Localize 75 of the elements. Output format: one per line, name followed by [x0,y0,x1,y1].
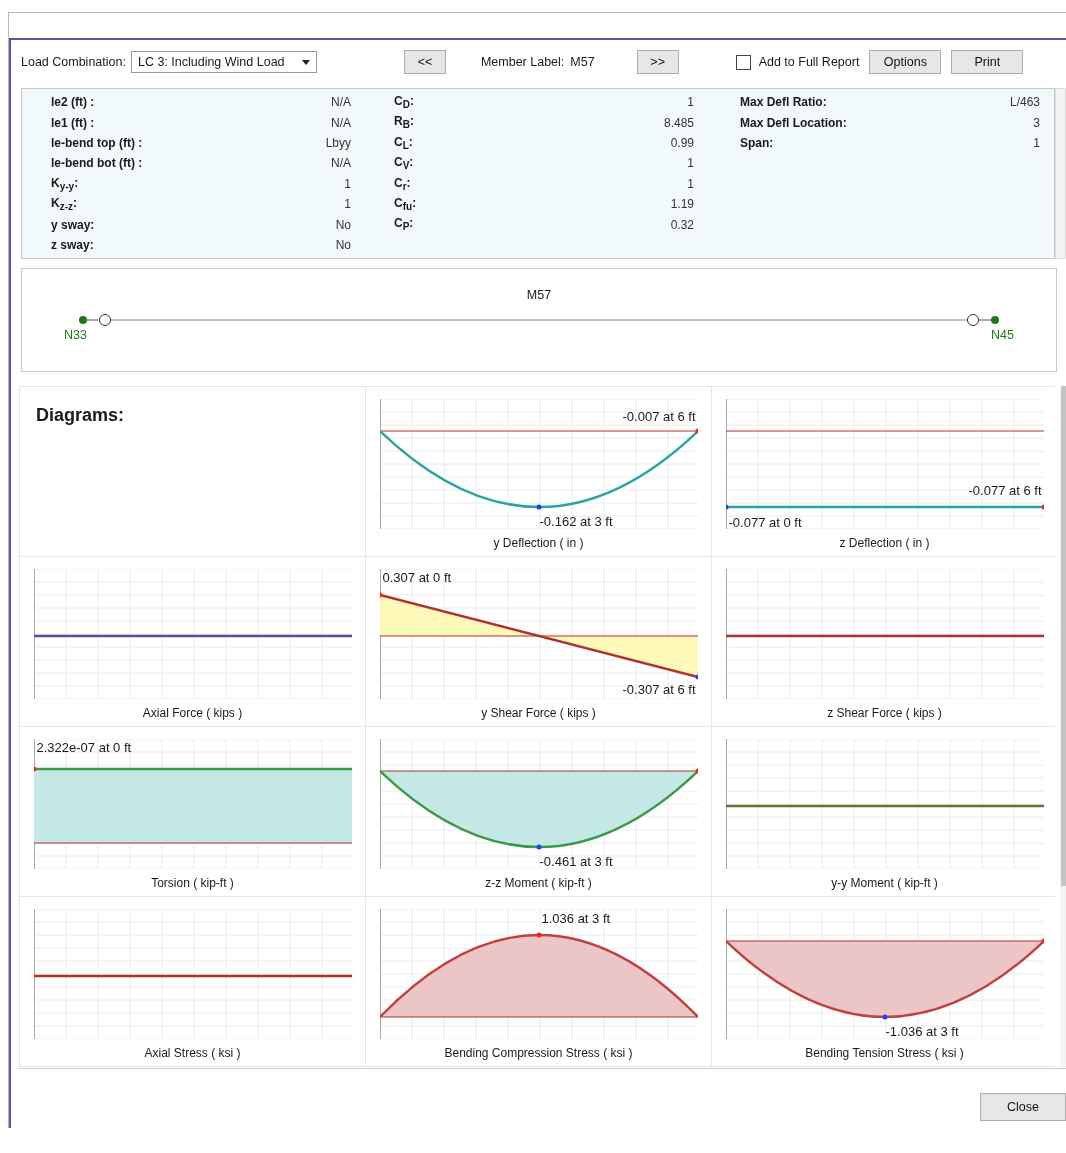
value-label: -0.077 at 0 ft [728,515,802,530]
property-label: R$_{B}$: [394,114,414,131]
property-value: 8.485 [663,115,694,130]
property-value: L/463 [1009,95,1040,110]
property-label: C$_{r}$: [394,175,411,192]
end-node-label: N45 [991,328,1014,342]
diagram-title: z-z Moment ( kip-ft ) [485,876,592,890]
property-label: Max Defl Ratio: [740,95,827,110]
diagram-title: y-y Moment ( kip-ft ) [831,876,938,890]
value-label: -0.162 at 3 ft [539,514,613,529]
value-label: 1.036 at 3 ft [541,911,611,926]
diagram-title: y Shear Force ( kips ) [481,706,596,720]
property-label: C$_{fu}$: [394,195,417,213]
property-value: 0.32 [670,217,694,232]
property-label: C$_{D}$: [394,94,414,111]
toolbar-button[interactable]: Options [869,50,942,74]
diagrams-heading: Diagrams: [36,405,125,426]
load-combination-label: Load Combination: [21,55,126,69]
property-label: K$_{y-y}$: [51,175,79,192]
diagram-title: z Deflection ( in ) [839,536,930,550]
diagram-title: Axial Stress ( ksi ) [144,1046,241,1060]
property-label: C$_{V}$: [394,155,414,172]
add-to-report-label: Add to Full Report [758,55,860,69]
property-value: 1 [687,95,694,110]
caret-icon [301,59,310,65]
property-label: le-bend bot (ft) : [51,156,143,171]
diagram-title: Torsion ( kip-ft ) [151,876,234,890]
property-label: z sway: [51,237,94,252]
member-label-caption: Member Label: [480,55,565,69]
property-label: le-bend top (ft) : [51,135,143,150]
scrollbar[interactable] [1060,386,1066,1068]
value-label: -0.307 at 6 ft [622,682,696,697]
diagram-title: Bending Compression Stress ( ksi ) [444,1046,633,1060]
property-value: N/A [331,156,351,171]
property-value: 1 [344,197,351,212]
property-label: Max Defl Location: [740,115,847,130]
property-value: 1 [1033,135,1040,150]
scrollbar[interactable] [1055,88,1066,259]
property-label: C$_{P}$: [394,216,414,233]
next-member-button[interactable]: >> [636,50,679,74]
property-label: le1 (ft) : [51,115,95,130]
property-value: 3 [1033,115,1040,130]
property-value: 0.99 [670,135,694,150]
close-button[interactable]: Close [980,1093,1066,1121]
value-label: 0.307 at 0 ft [382,570,452,585]
toolbar-button[interactable]: Print [951,50,1024,74]
value-label: -1.036 at 3 ft [885,1024,959,1039]
property-label: y sway: [51,217,95,232]
diagram-title: Axial Force ( kips ) [142,706,243,720]
property-label: le2 (ft) : [51,95,95,110]
property-value: 1.19 [670,197,694,212]
member-label-value: M57 [570,55,595,69]
diagram-title: z Shear Force ( kips ) [827,706,942,720]
property-value: Lbyy [325,135,351,150]
value-label: -0.077 at 6 ft [968,483,1042,498]
previous-member-button[interactable]: << [403,50,446,74]
property-value: No [335,217,351,232]
property-value: 1 [687,156,694,171]
load-combination-dropdown[interactable]: LC 3: Including Wind Load [130,51,317,73]
member-name: M57 [526,288,552,302]
property-value: N/A [331,95,351,110]
start-node-label: N33 [64,328,87,342]
property-label: Span: [740,135,774,150]
property-value: 1 [687,176,694,191]
value-label: 2.322e-07 at 0 ft [36,740,132,755]
add-to-report-checkbox[interactable] [735,54,751,70]
diagram-title: y Deflection ( in ) [493,536,584,550]
value-label: -0.461 at 3 ft [539,854,613,869]
property-label: C$_{L}$: [394,134,413,152]
value-label: -0.007 at 6 ft [622,409,696,424]
property-value: No [335,237,351,252]
property-value: N/A [331,115,351,130]
diagram-title: Bending Tension Stress ( ksi ) [805,1046,964,1060]
property-value: 1 [344,176,351,191]
property-label: K$_{z-z}$: [51,195,77,213]
